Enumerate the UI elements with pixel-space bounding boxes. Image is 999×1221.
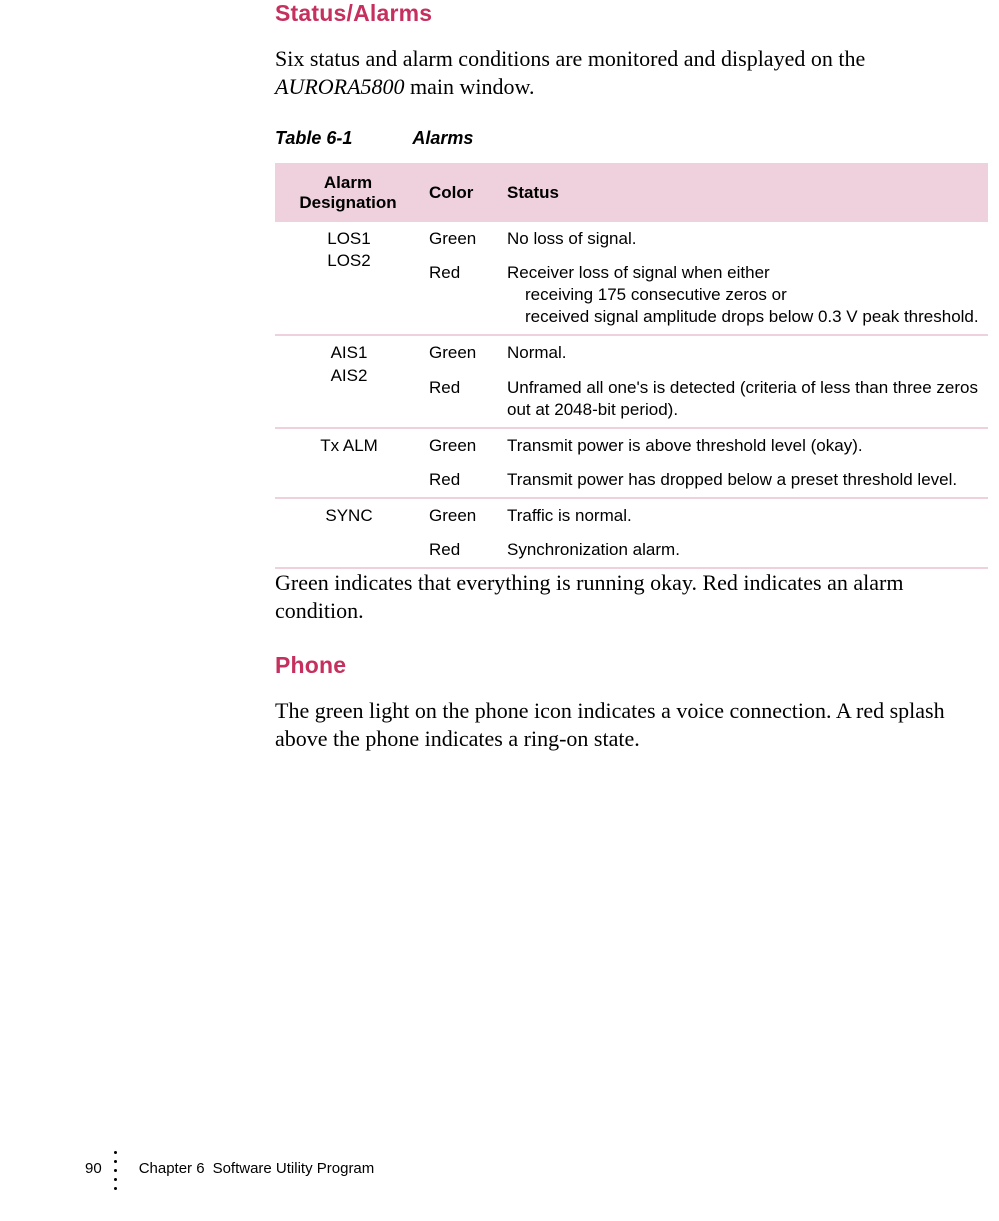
intro-product-name: AURORA5800 [275,74,405,99]
cell-status: Normal. [499,336,988,370]
status-sub: received signal amplitude drops below 0.… [507,306,982,328]
cell-color: Green [421,499,499,533]
table-row: Tx ALM Green Transmit power is above thr… [275,429,988,463]
cell-status: No loss of signal. [499,222,988,256]
th-designation-l2: Designation [299,193,396,212]
footer-chapter: Chapter 6 [139,1160,205,1177]
cell-status: Transmit power has dropped below a prese… [499,463,988,498]
cell-color: Red [421,371,499,428]
cell-status: Synchronization alarm. [499,533,988,568]
cell-designation: Tx ALM [275,429,421,498]
table-row: SYNC Green Traffic is normal. [275,499,988,533]
dots-icon [114,1148,117,1193]
page: Status/Alarms Six status and alarm condi… [0,0,999,1221]
table-row: LOS1 LOS2 Green No loss of signal. [275,222,988,256]
cell-status: Traffic is normal. [499,499,988,533]
alarms-table: Alarm Designation Color Status LOS1 LOS2… [275,163,988,569]
status-sub: receiving 175 consecutive zeros or [507,284,982,306]
cell-color: Green [421,336,499,370]
page-number: 90 [85,1160,102,1177]
cell-status: Unframed all one's is detected (criteria… [499,371,988,428]
intro-text-b: main window. [405,74,535,99]
table-number: Table 6-1 [275,128,352,148]
cell-designation: LOS1 LOS2 [275,222,421,335]
cell-designation: AIS1 AIS2 [275,336,421,427]
status-main: Receiver loss of signal when either [507,263,770,282]
th-color: Color [421,163,499,222]
content-column: Status/Alarms Six status and alarm condi… [275,0,985,780]
table-row: AIS1 AIS2 Green Normal. [275,336,988,370]
cell-designation: SYNC [275,499,421,568]
table-header-row: Alarm Designation Color Status [275,163,988,222]
cell-color: Green [421,429,499,463]
th-status: Status [499,163,988,222]
footer-title: Software Utility Program [213,1160,375,1177]
cell-color: Red [421,256,499,335]
cell-color: Red [421,463,499,498]
cell-status: Receiver loss of signal when either rece… [499,256,988,335]
cell-status: Transmit power is above threshold level … [499,429,988,463]
th-designation-l1: Alarm [324,173,372,192]
heading-status-alarms: Status/Alarms [275,0,985,27]
page-footer: 90 Chapter 6 Software Utility Program [85,1146,374,1191]
after-table-paragraph: Green indicates that everything is runni… [275,569,985,624]
table-title: Alarms [412,128,473,148]
cell-color: Green [421,222,499,256]
heading-phone: Phone [275,652,985,679]
intro-text-a: Six status and alarm conditions are moni… [275,46,865,71]
table-caption: Table 6-1 Alarms [275,128,985,149]
cell-color: Red [421,533,499,568]
th-designation: Alarm Designation [275,163,421,222]
phone-paragraph: The green light on the phone icon indica… [275,697,985,752]
intro-paragraph: Six status and alarm conditions are moni… [275,45,985,100]
